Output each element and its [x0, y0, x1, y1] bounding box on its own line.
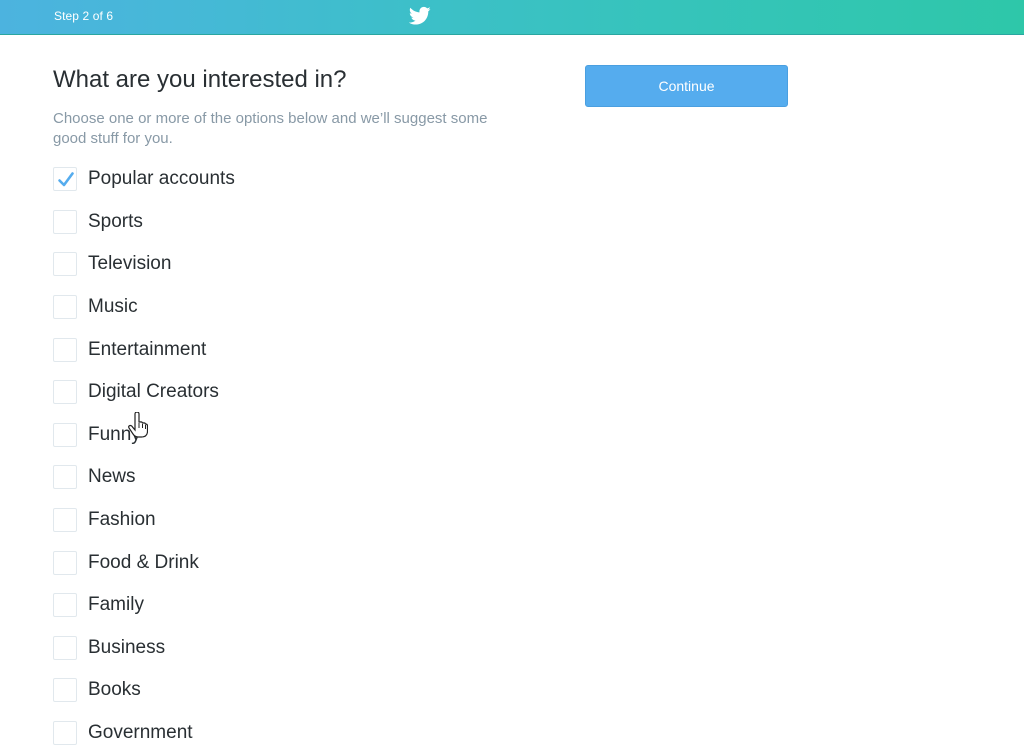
- checkbox[interactable]: [53, 508, 77, 533]
- interest-option[interactable]: Business: [53, 627, 235, 670]
- interest-label: Digital Creators: [88, 381, 219, 403]
- checkbox[interactable]: [53, 337, 77, 362]
- checkbox[interactable]: [53, 380, 77, 405]
- interest-option[interactable]: Food & Drink: [53, 541, 235, 584]
- pointer-cursor-icon: [128, 411, 149, 438]
- checkbox[interactable]: [53, 721, 77, 746]
- checkbox[interactable]: [53, 252, 77, 277]
- checkbox[interactable]: [53, 465, 77, 490]
- interest-option[interactable]: Television: [53, 243, 235, 286]
- checkbox[interactable]: [53, 678, 77, 703]
- interest-label: Business: [88, 636, 166, 658]
- interest-label: Television: [88, 253, 172, 275]
- step-indicator: Step 2 of 6: [54, 9, 114, 23]
- interest-list: Popular accounts Sports Television Music Ent…: [53, 158, 235, 754]
- checkbox[interactable]: [53, 209, 77, 234]
- checkbox[interactable]: [53, 550, 77, 575]
- interest-label: Popular accounts: [88, 168, 235, 190]
- interest-option[interactable]: Music: [53, 286, 235, 329]
- interest-option[interactable]: Entertainment: [53, 328, 235, 371]
- interest-label: Music: [88, 296, 138, 318]
- page-title: What are you interested in?: [53, 66, 347, 93]
- interest-label: Family: [88, 594, 144, 616]
- interest-label: Food & Drink: [88, 551, 199, 573]
- checkbox[interactable]: [53, 422, 77, 447]
- interest-label: Fashion: [88, 509, 156, 531]
- top-bar: Step 2 of 6: [0, 0, 1024, 35]
- interest-label: Books: [88, 679, 141, 701]
- interest-label: Government: [88, 722, 193, 744]
- checkbox-checked[interactable]: [53, 167, 77, 192]
- interest-option[interactable]: Fashion: [53, 499, 235, 542]
- continue-button[interactable]: Continue: [585, 65, 788, 107]
- interest-option[interactable]: News: [53, 456, 235, 499]
- twitter-bird-icon: [408, 6, 431, 26]
- page-subtitle: Choose one or more of the options below …: [53, 110, 488, 147]
- interest-label: Entertainment: [88, 338, 207, 360]
- interest-option[interactable]: Popular accounts: [53, 158, 235, 201]
- interest-label: Sports: [88, 210, 143, 232]
- checkbox[interactable]: [53, 593, 77, 618]
- checkmark-icon: [58, 172, 74, 187]
- checkbox[interactable]: [53, 635, 77, 660]
- interest-option[interactable]: Sports: [53, 201, 235, 244]
- interest-option[interactable]: Family: [53, 584, 235, 627]
- interest-label: News: [88, 466, 136, 488]
- interest-option[interactable]: Government: [53, 712, 235, 754]
- interest-option[interactable]: Digital Creators: [53, 371, 235, 414]
- interest-option[interactable]: Books: [53, 669, 235, 712]
- checkbox[interactable]: [53, 295, 77, 320]
